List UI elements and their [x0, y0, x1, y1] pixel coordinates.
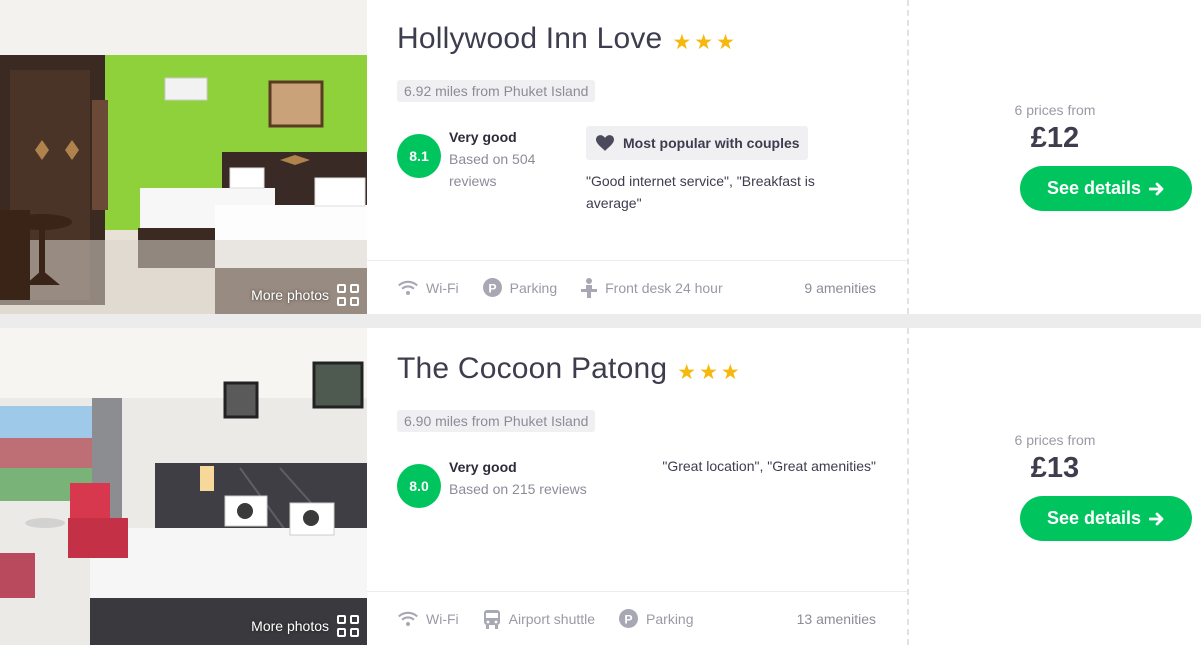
amenity-wifi: Wi-Fi [398, 611, 459, 627]
distance-badge: 6.92 miles from Phuket Island [397, 80, 596, 102]
star-icon: ★ [694, 30, 714, 54]
score-badge: 8.0 [397, 464, 441, 508]
amenity-label: Airport shuttle [508, 610, 596, 627]
star-rating: ★ ★ ★ [672, 32, 734, 53]
more-photos-button[interactable]: More photos [251, 615, 359, 637]
rating-label: Very good [449, 459, 517, 475]
review-count: Based on 215 reviews [449, 481, 587, 497]
star-rating: ★ ★ ★ [677, 362, 739, 383]
review-count: Based on 504 [449, 151, 536, 167]
amenity-label: Front desk 24 hour [605, 279, 723, 296]
hotel-photo[interactable]: More photos [0, 328, 367, 645]
room-photo [0, 328, 367, 645]
parking-icon: P [619, 609, 639, 628]
room-photo [0, 0, 367, 314]
popular-badge-label: Most popular with couples [623, 135, 800, 151]
svg-text:P: P [488, 281, 496, 295]
price-panel: 6 prices from £12 See details [907, 0, 1201, 314]
amenity-front-desk: Front desk 24 hour [581, 277, 723, 298]
prices-from-label: 6 prices from [1014, 432, 1096, 448]
hotel-name[interactable]: The Cocoon Patong [397, 352, 667, 386]
star-icon: ★ [677, 360, 697, 384]
review-quote-line: "Good internet service", "Breakfast is [586, 173, 815, 189]
star-icon: ★ [699, 360, 718, 384]
shuttle-icon [483, 609, 500, 629]
distance-badge: 6.90 miles from Phuket Island [397, 410, 596, 432]
hotel-photo[interactable]: More photos [0, 0, 367, 314]
amenity-label: Wi-Fi [426, 279, 459, 296]
see-details-button[interactable]: See details [1020, 496, 1192, 541]
amenities-bar: Wi-Fi Airport shuttle P Parking 13 ameni… [367, 591, 907, 645]
amenity-label: Parking [509, 279, 558, 296]
wifi-icon [398, 611, 418, 626]
star-icon: ★ [672, 30, 692, 54]
price-value: £12 [1030, 122, 1080, 154]
amenities-count-link[interactable]: 9 amenities [804, 261, 876, 315]
arrow-right-icon [1149, 512, 1164, 525]
more-photos-label: More photos [251, 287, 329, 303]
more-photos-label: More photos [251, 618, 329, 634]
star-icon: ★ [720, 360, 740, 384]
heart-icon [596, 135, 614, 151]
amenity-parking: P Parking [619, 609, 694, 628]
price-panel: 6 prices from £13 See details [907, 328, 1201, 645]
arrow-right-icon [1149, 182, 1164, 195]
review-quote: "Great location", "Great amenities" [662, 455, 876, 477]
amenity-label: Wi-Fi [426, 610, 459, 627]
see-details-label: See details [1046, 508, 1142, 528]
score-badge: 8.1 [397, 134, 441, 178]
review-count-line2: reviews [449, 173, 497, 189]
amenity-label: Parking [646, 610, 694, 627]
rating-label: Very good [449, 129, 517, 145]
see-details-label: See details [1046, 178, 1142, 198]
grid-icon [337, 615, 359, 637]
wifi-icon [398, 280, 418, 295]
parking-icon: P [482, 278, 502, 297]
more-photos-button[interactable]: More photos [251, 284, 359, 306]
guest-rating[interactable]: 8.0 Very good Based on 215 reviews [397, 456, 587, 508]
review-quote-line: "Great location", "Great amenities" [662, 458, 876, 474]
amenities-count-link[interactable]: 13 amenities [797, 592, 876, 645]
review-quote-line: average" [586, 195, 642, 211]
amenities-bar: Wi-Fi P Parking Front desk 24 hour 9 ame… [367, 260, 907, 314]
guest-rating[interactable]: 8.1 Very good Based on 504 reviews [397, 126, 535, 192]
hotel-card[interactable]: More photos Hollywood Inn Love ★ ★ ★ 6.9… [0, 0, 1201, 314]
review-quote: "Good internet service", "Breakfast is a… [586, 170, 815, 214]
star-icon: ★ [716, 30, 735, 54]
hotel-info: The Cocoon Patong ★ ★ ★ 6.90 miles from … [367, 328, 907, 645]
prices-from-label: 6 prices from [1014, 102, 1096, 118]
hotel-name[interactable]: Hollywood Inn Love [397, 22, 662, 56]
hotel-card[interactable]: More photos The Cocoon Patong ★ ★ ★ 6.90… [0, 328, 1201, 645]
popular-badge: Most popular with couples [586, 126, 808, 160]
hotel-info: Hollywood Inn Love ★ ★ ★ 6.92 miles from… [367, 0, 907, 314]
see-details-button[interactable]: See details [1020, 166, 1192, 211]
grid-icon [337, 284, 359, 306]
amenity-wifi: Wi-Fi [398, 280, 459, 296]
amenity-parking: P Parking [482, 278, 558, 297]
price-value: £13 [1030, 452, 1080, 484]
svg-text:P: P [624, 612, 632, 626]
amenity-airport-shuttle: Airport shuttle [483, 609, 595, 629]
front-desk-icon [581, 277, 598, 298]
